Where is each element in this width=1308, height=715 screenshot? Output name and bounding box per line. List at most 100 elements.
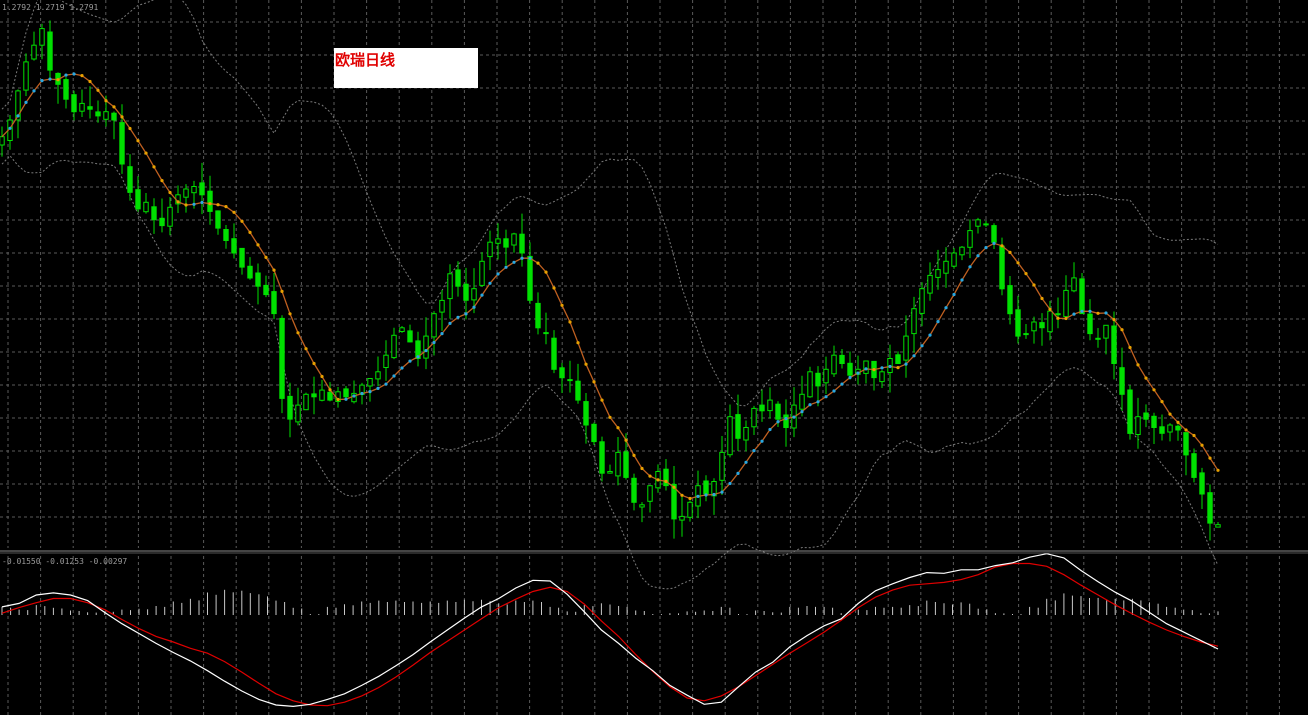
candle-body bbox=[1175, 425, 1181, 431]
candle-body bbox=[927, 274, 933, 294]
candle-body bbox=[279, 317, 285, 399]
ma-dot bbox=[112, 105, 116, 109]
candle-body bbox=[271, 291, 277, 315]
ma-dot bbox=[304, 347, 308, 351]
candle-body bbox=[295, 404, 301, 423]
candle-body bbox=[1167, 424, 1173, 433]
ma-dot bbox=[440, 332, 444, 336]
candle-body bbox=[303, 393, 309, 411]
candle-body bbox=[343, 388, 349, 398]
candle-body bbox=[495, 238, 501, 244]
ma-dot bbox=[680, 493, 684, 497]
candle-body bbox=[1087, 313, 1093, 335]
lower-band bbox=[1, 155, 1219, 590]
candle-body bbox=[1159, 426, 1165, 434]
ma-dot bbox=[712, 492, 716, 497]
ma-dot bbox=[1008, 250, 1012, 254]
candle-body bbox=[1215, 524, 1221, 528]
candle-body bbox=[103, 111, 109, 120]
candle-body bbox=[1183, 432, 1189, 456]
ma-dot bbox=[992, 241, 996, 245]
candle-body bbox=[1047, 310, 1053, 333]
candle-body bbox=[959, 246, 965, 256]
ma-dot bbox=[328, 388, 332, 392]
candle-body bbox=[1135, 416, 1141, 436]
ma-dot bbox=[288, 312, 292, 316]
candle-body bbox=[391, 334, 397, 359]
candle-body bbox=[935, 269, 941, 278]
ma-dot bbox=[208, 202, 212, 206]
candle-body bbox=[1111, 325, 1117, 364]
ma-dot bbox=[376, 386, 380, 390]
candle-body bbox=[607, 471, 613, 474]
candle-body bbox=[599, 441, 605, 474]
ma-dot bbox=[184, 203, 188, 207]
ma-dot bbox=[104, 99, 108, 103]
ma-dot bbox=[824, 395, 828, 399]
candle-body bbox=[831, 354, 837, 375]
ma-dot bbox=[904, 362, 908, 366]
forex-chart[interactable] bbox=[0, 0, 1308, 715]
ma-dot bbox=[88, 79, 92, 84]
ma-dot bbox=[1208, 456, 1212, 460]
ma-dot bbox=[432, 340, 436, 345]
price-header-values: 1.2792 1.2719 1.2791 bbox=[2, 3, 99, 12]
candle-body bbox=[1191, 453, 1197, 478]
candle-body bbox=[383, 354, 389, 369]
macd-signal-line bbox=[1, 562, 1219, 707]
ma-dot bbox=[464, 312, 468, 316]
ma-dot bbox=[560, 303, 564, 307]
candle-body bbox=[535, 302, 541, 329]
ma-dot bbox=[368, 390, 372, 394]
ma-dot bbox=[536, 261, 540, 265]
ma-dot bbox=[280, 289, 284, 293]
candle-body bbox=[287, 395, 293, 420]
candle-body bbox=[1143, 412, 1149, 420]
candle-body bbox=[647, 485, 653, 502]
ma-dot bbox=[32, 89, 36, 93]
ma-dot bbox=[160, 179, 164, 183]
ma-dot bbox=[408, 359, 412, 363]
ma-dot bbox=[120, 115, 124, 119]
candle-body bbox=[1023, 333, 1029, 336]
ma-dot bbox=[416, 355, 420, 359]
ma-dot bbox=[808, 403, 812, 407]
candle-body bbox=[311, 393, 317, 398]
candle-body bbox=[983, 223, 989, 226]
ma-dot bbox=[248, 230, 252, 234]
candle-body bbox=[431, 313, 437, 338]
ma-dot bbox=[768, 427, 772, 432]
candle-body bbox=[879, 371, 885, 383]
ma-dot bbox=[312, 361, 316, 366]
candle-body bbox=[231, 238, 237, 254]
ma-dot bbox=[544, 270, 548, 274]
candle-body bbox=[679, 515, 685, 521]
ma-dot bbox=[272, 268, 276, 272]
upper-band bbox=[1, 0, 1219, 407]
candle-body bbox=[1063, 289, 1069, 318]
price-candles bbox=[0, 20, 1221, 541]
candle-body bbox=[727, 416, 733, 456]
candle-body bbox=[527, 255, 533, 301]
ma-dot bbox=[896, 366, 900, 370]
candle-body bbox=[1015, 309, 1021, 337]
candle-body bbox=[23, 61, 29, 91]
candle-body bbox=[407, 330, 413, 343]
ma-dot bbox=[1128, 345, 1132, 350]
candle-body bbox=[623, 451, 629, 478]
ma-dot bbox=[776, 420, 780, 424]
ma-dot bbox=[1136, 363, 1140, 367]
ma-dot bbox=[1168, 412, 1172, 416]
macd-header-values: -0.01550 -0.01253 -0.00297 bbox=[2, 557, 128, 566]
candle-body bbox=[639, 504, 645, 508]
ma-dot bbox=[488, 281, 492, 285]
candle-body bbox=[71, 94, 77, 113]
candle-body bbox=[967, 230, 973, 248]
moving-average bbox=[1, 72, 1220, 501]
candle-body bbox=[439, 299, 445, 313]
candle-body bbox=[255, 272, 261, 287]
candle-body bbox=[183, 188, 189, 198]
candle-body bbox=[31, 44, 37, 60]
candle-body bbox=[79, 102, 85, 112]
candle-body bbox=[815, 372, 821, 387]
